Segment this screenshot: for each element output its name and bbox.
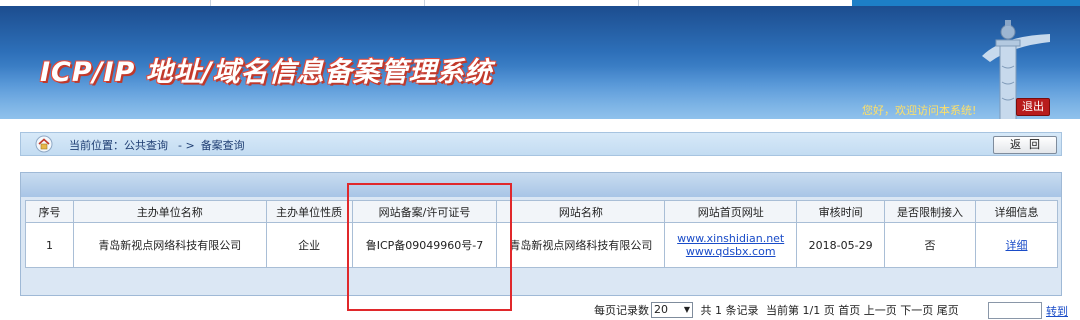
header-banner: ICP/IP 地址/域名信息备案管理系统 您好，欢迎访问本系统!: [0, 6, 1080, 119]
prev-page-link[interactable]: 上一页: [864, 304, 897, 317]
column-header: 详细信息: [975, 200, 1058, 223]
breadcrumb: 当前位置：公共查询 - > 备案查询: [69, 137, 245, 153]
table-row: 1 青岛新视点网络科技有限公司 企业 鲁ICP备09049960号-7 青岛新视…: [25, 222, 1058, 268]
breadcrumb-prefix: 当前位置：公共查询: [69, 139, 168, 152]
cell-restricted: 否: [884, 222, 976, 268]
total-records: 共 1 条记录: [700, 304, 759, 317]
detail-link[interactable]: 详细: [976, 239, 1057, 252]
pagination-bar: 每页记录数 20 ▼ 共 1 条记录 当前第 1/1 页 首页 上一页 下一页 尾页: [594, 302, 959, 320]
last-page-link[interactable]: 尾页: [937, 304, 959, 317]
column-header: 审核时间: [796, 200, 886, 223]
per-page-label: 每页记录数: [594, 304, 649, 317]
cell-urls: www.xinshidian.net www.qdsbx.com: [664, 222, 798, 268]
location-bar: 当前位置：公共查询 - > 备案查询: [20, 132, 1062, 156]
panel-footer: [25, 275, 1058, 291]
home-icon[interactable]: [35, 135, 53, 153]
logout-button[interactable]: 退出: [1016, 98, 1050, 116]
goto-page-link[interactable]: 转到: [1046, 303, 1068, 319]
column-header: 网站名称: [496, 200, 666, 223]
panel-header: [21, 173, 1061, 197]
site-url-link[interactable]: www.qdsbx.com: [665, 245, 796, 258]
cell-index: 1: [25, 222, 74, 268]
site-url-link[interactable]: www.xinshidian.net: [665, 232, 796, 245]
results-table: 序号 主办单位名称 主办单位性质 网站备案/许可证号 网站名称 网站首页网址 审…: [25, 200, 1058, 268]
column-header: 序号: [25, 200, 74, 223]
cell-license: 鲁ICP备09049960号-7: [351, 222, 498, 268]
cell-audit-date: 2018-05-29: [796, 222, 886, 268]
cell-detail: 详细: [975, 222, 1058, 268]
back-button[interactable]: 返回: [993, 136, 1057, 154]
per-page-value: 20: [654, 303, 668, 316]
column-header: 网站首页网址: [664, 200, 798, 223]
cell-org-name: 青岛新视点网络科技有限公司: [72, 222, 267, 268]
column-header: 是否限制接入: [884, 200, 976, 223]
app-title: ICP/IP 地址/域名信息备案管理系统: [40, 57, 493, 88]
welcome-text: 您好，欢迎访问本系统!: [862, 104, 977, 117]
goto-page-input[interactable]: [988, 302, 1042, 319]
breadcrumb-separator: - >: [178, 139, 195, 152]
breadcrumb-current: 备案查询: [200, 139, 245, 152]
column-header: 主办单位名称: [72, 200, 267, 223]
table-header-row: 序号 主办单位名称 主办单位性质 网站备案/许可证号 网站名称 网站首页网址 审…: [25, 200, 1058, 223]
cell-org-type: 企业: [265, 222, 353, 268]
next-page-link[interactable]: 下一页: [900, 304, 933, 317]
results-panel: 序号 主办单位名称 主办单位性质 网站备案/许可证号 网站名称 网站首页网址 审…: [20, 172, 1062, 296]
chevron-down-icon: ▼: [683, 305, 690, 314]
first-page-link[interactable]: 首页: [838, 304, 860, 317]
cell-site-name: 青岛新视点网络科技有限公司: [496, 222, 666, 268]
per-page-select[interactable]: 20 ▼: [651, 302, 693, 318]
column-header: 网站备案/许可证号: [351, 200, 498, 223]
column-header: 主办单位性质: [265, 200, 353, 223]
current-page: 当前第 1/1 页: [766, 304, 835, 317]
